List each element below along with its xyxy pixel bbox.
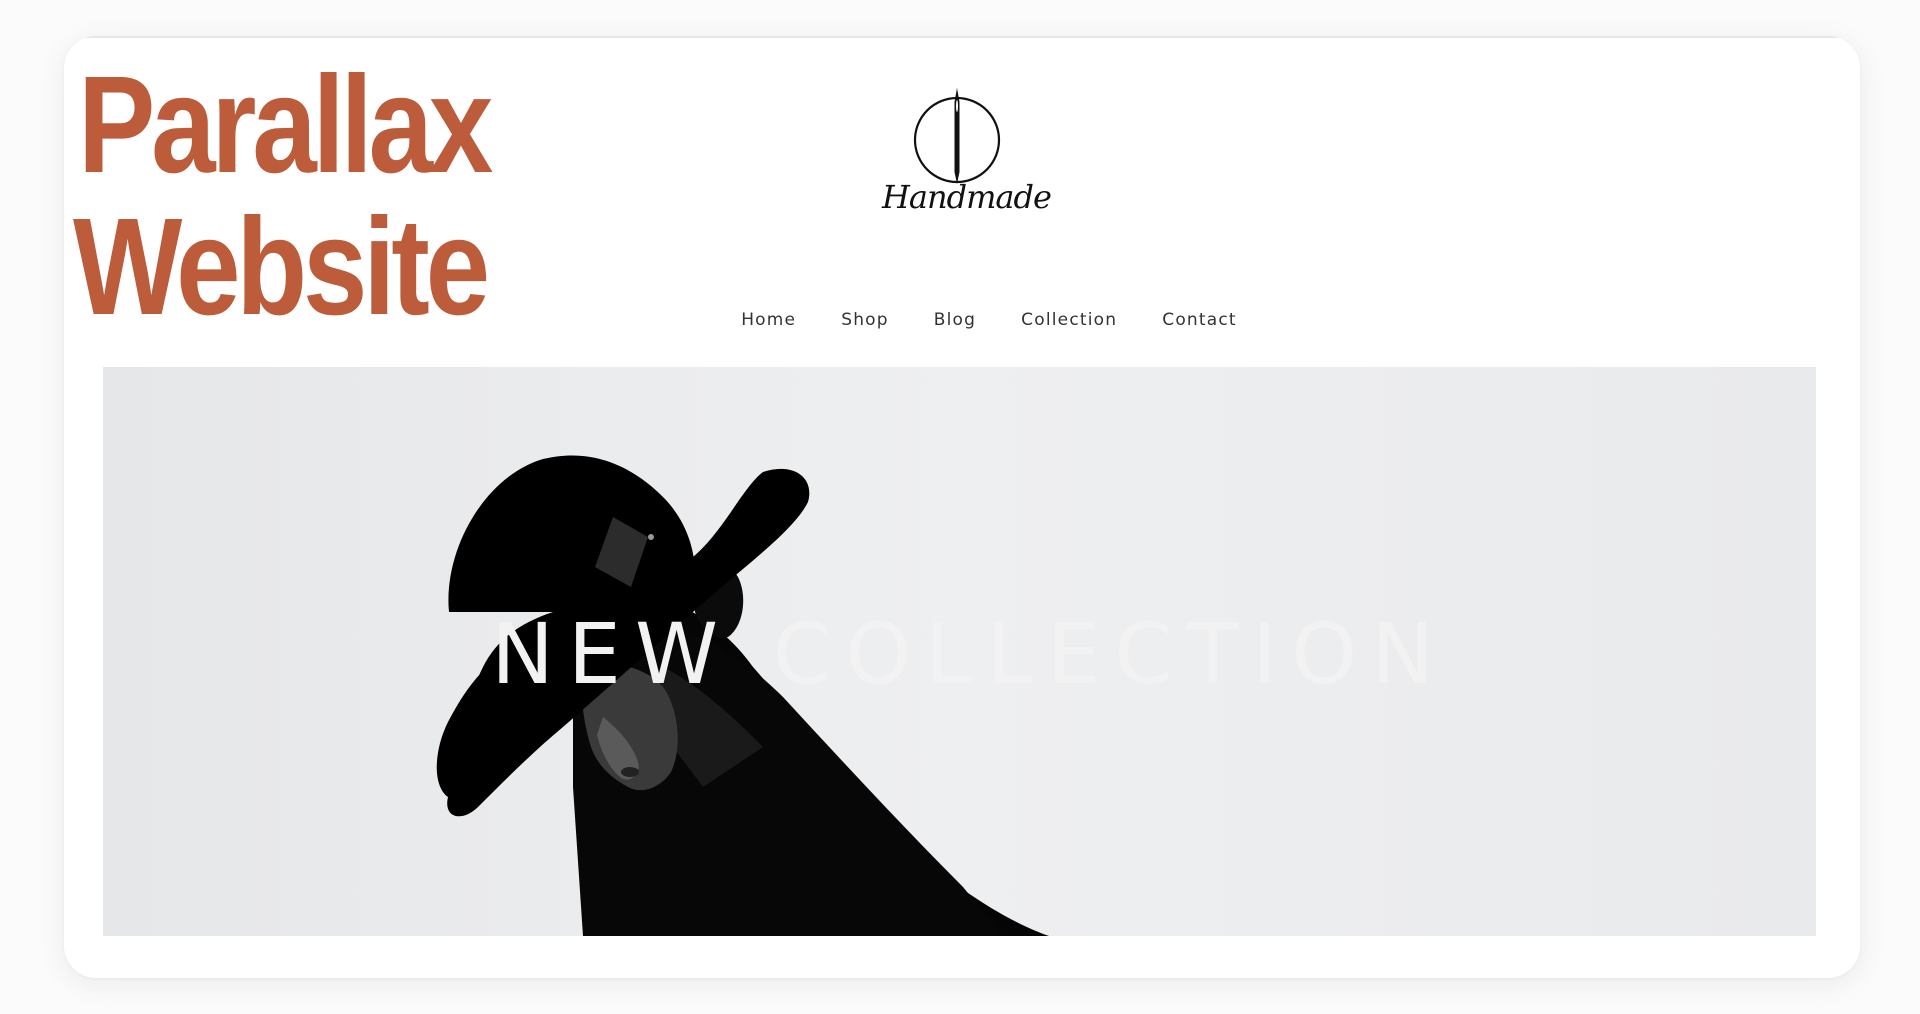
main-navigation: Home Shop Blog Collection Contact bbox=[64, 310, 1860, 330]
hero-title: NEW COLLECTION bbox=[491, 605, 1448, 703]
logo-wordmark[interactable]: Handmade bbox=[882, 178, 1052, 216]
overlay-title-line-1: Parallax bbox=[78, 48, 493, 202]
nav-item-contact[interactable]: Contact bbox=[1162, 310, 1237, 330]
nav-item-shop[interactable]: Shop bbox=[841, 310, 889, 330]
hero-banner: NEW COLLECTION bbox=[103, 367, 1816, 936]
nav-item-blog[interactable]: Blog bbox=[934, 310, 976, 330]
card-top-border bbox=[64, 36, 1860, 38]
nav-item-home[interactable]: Home bbox=[741, 310, 796, 330]
website-preview-card: Parallax Website Handmade Home Shop Blog… bbox=[64, 36, 1860, 978]
overlay-title: Parallax Website bbox=[73, 48, 493, 338]
nav-item-collection[interactable]: Collection bbox=[1021, 310, 1117, 330]
